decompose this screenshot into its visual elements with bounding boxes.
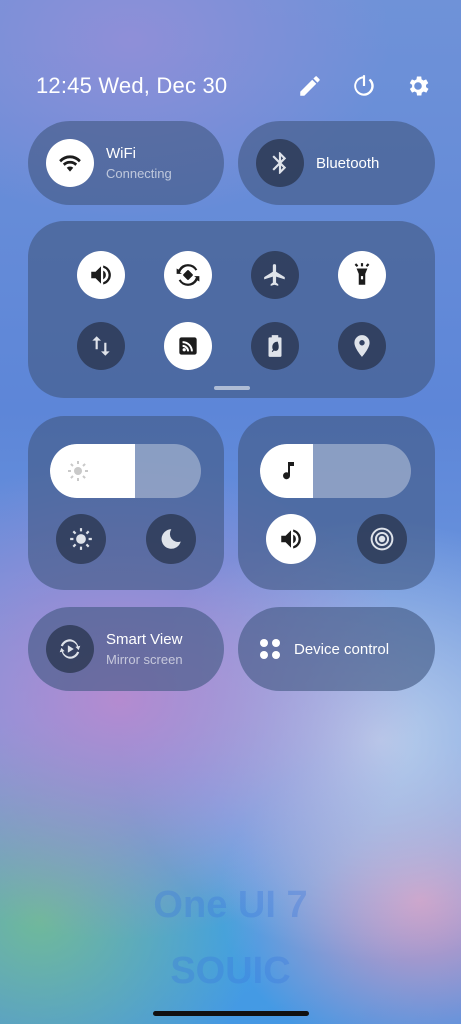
media-volume-slider[interactable] (260, 444, 411, 498)
auto-rotate-icon[interactable] (164, 251, 213, 299)
brightness-slider-fill (50, 444, 135, 498)
smart-view-subtitle: Mirror screen (106, 652, 183, 667)
vibrate-icon[interactable] (356, 514, 407, 564)
bluetooth-tile[interactable]: Bluetooth (238, 121, 435, 205)
date-time: 12:45 Wed, Dec 30 (36, 73, 228, 98)
device-control-icon (258, 637, 282, 661)
quick-toggles-panel (28, 221, 435, 398)
edit-icon[interactable] (295, 71, 325, 101)
top-actions (295, 71, 433, 101)
sound-icon[interactable] (77, 251, 126, 299)
wifi-subtitle: Connecting (106, 166, 172, 181)
device-control-title: Device control (294, 640, 390, 658)
wifi-icon[interactable] (46, 139, 94, 187)
volume-panel (238, 416, 435, 590)
eye-comfort-icon[interactable] (56, 514, 106, 564)
music-note-icon (276, 459, 300, 483)
watermark-line-1: One UI 7 (153, 884, 308, 926)
mobile-data-icon[interactable] (77, 322, 126, 370)
dark-mode-icon[interactable] (146, 514, 196, 564)
location-icon[interactable] (337, 322, 386, 370)
smart-view-tile[interactable]: Smart View Mirror screen (28, 607, 224, 691)
bluetooth-icon[interactable] (256, 139, 304, 187)
power-icon[interactable] (349, 71, 379, 101)
nfc-icon[interactable] (164, 322, 213, 370)
flashlight-icon[interactable] (337, 251, 386, 299)
settings-icon[interactable] (403, 71, 433, 101)
smart-view-title: Smart View (106, 631, 183, 648)
airplane-mode-icon[interactable] (250, 251, 299, 299)
brightness-panel (28, 416, 224, 590)
device-control-tile[interactable]: Device control (238, 607, 435, 691)
panel-drag-handle[interactable] (213, 386, 250, 390)
wifi-title: WiFi (106, 145, 136, 162)
power-saving-icon[interactable] (250, 322, 299, 370)
sound-mode-icon[interactable] (266, 514, 317, 564)
bluetooth-title: Bluetooth (316, 154, 380, 172)
home-indicator[interactable] (152, 1011, 309, 1016)
watermark-line-2: SOUIC (170, 950, 291, 992)
wifi-tile[interactable]: WiFi Connecting (28, 121, 224, 205)
brightness-slider[interactable] (50, 444, 201, 498)
brightness-icon (66, 459, 90, 483)
smart-view-icon[interactable] (46, 625, 94, 673)
status-row: 12:45 Wed, Dec 30 (36, 68, 437, 104)
